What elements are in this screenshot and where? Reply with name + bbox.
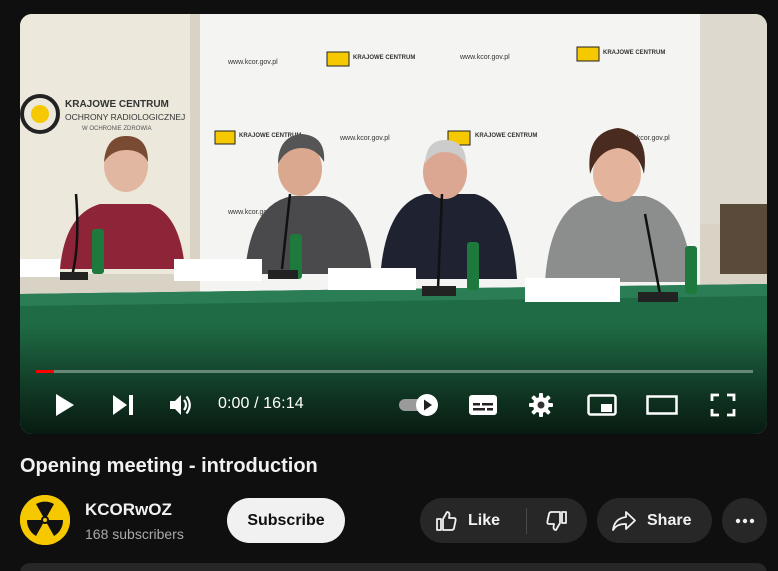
banner-brand-line3: W OCHRONIE ZDROWIA: [82, 126, 152, 132]
backdrop-brand: KRAJOWE CENTRUM: [603, 50, 665, 56]
fullscreen-icon: [710, 393, 736, 417]
subscriber-count: 168 subscribers: [85, 526, 184, 542]
play-button[interactable]: [50, 388, 80, 422]
thumbs-down-icon: [546, 510, 567, 531]
subtitles-icon: [469, 395, 497, 415]
like-button[interactable]: Like: [420, 498, 526, 543]
volume-icon: [170, 395, 191, 415]
dislike-button[interactable]: [527, 498, 587, 543]
channel-avatar[interactable]: [20, 495, 70, 545]
more-horizontal-icon: [735, 518, 754, 523]
share-icon: [612, 510, 636, 531]
video-title: Opening meeting - introduction: [20, 455, 318, 477]
time-display: 0:00 / 16:14: [218, 395, 304, 412]
play-icon: [56, 394, 74, 416]
autoplay-toggle-icon: [399, 394, 438, 416]
next-button[interactable]: [108, 388, 138, 422]
backdrop-url: www.kcor.gov.pl: [459, 54, 510, 61]
settings-button[interactable]: [526, 388, 556, 422]
share-button[interactable]: Share: [597, 498, 712, 543]
theater-mode-button[interactable]: [646, 388, 678, 422]
radiation-logo-icon: [20, 495, 70, 545]
like-dislike-group: Like: [420, 498, 587, 543]
progress-fill: [36, 370, 54, 373]
share-label: Share: [647, 511, 692, 529]
thumbs-up-icon: [436, 510, 457, 531]
miniplayer-icon: [587, 394, 617, 416]
more-actions-button[interactable]: [722, 498, 767, 543]
miniplayer-button[interactable]: [586, 388, 618, 422]
channel-name[interactable]: KCORwOZ: [85, 500, 172, 520]
autoplay-toggle[interactable]: [396, 388, 442, 422]
backdrop-brand: KRAJOWE CENTRUM: [353, 55, 415, 61]
like-label: Like: [468, 511, 501, 529]
banner-brand-line1: KRAJOWE CENTRUM: [65, 99, 169, 110]
volume-button[interactable]: [166, 388, 196, 422]
next-icon: [113, 395, 133, 415]
progress-bar[interactable]: [36, 370, 753, 373]
fullscreen-button[interactable]: [708, 388, 738, 422]
backdrop-brand: KRAJOWE CENTRUM: [475, 133, 537, 139]
subscribe-button[interactable]: Subscribe: [227, 498, 345, 543]
backdrop-url: www.kcor.gov.pl: [339, 135, 390, 142]
description-box-edge[interactable]: [20, 563, 767, 571]
video-player[interactable]: KRAJOWE CENTRUM OCHRONY RADIOLOGICZNEJ W…: [20, 14, 767, 434]
theater-mode-icon: [646, 395, 678, 415]
subtitles-button[interactable]: [467, 388, 499, 422]
backdrop-url: www.kcor.gov.pl: [227, 59, 278, 66]
banner-brand-line2: OCHRONY RADIOLOGICZNEJ: [65, 112, 185, 122]
gear-icon: [529, 393, 553, 417]
